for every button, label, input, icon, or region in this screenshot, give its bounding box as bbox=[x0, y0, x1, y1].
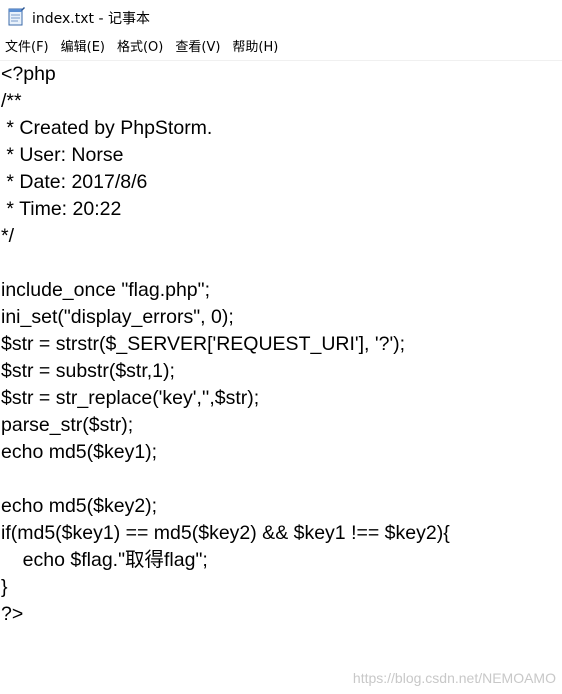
code-line: <?php bbox=[1, 63, 56, 85]
window-title: index.txt - 记事本 bbox=[32, 11, 150, 27]
code-line: * User: Norse bbox=[1, 144, 124, 166]
menu-help[interactable]: 帮助(H) bbox=[227, 36, 285, 60]
text-editor-area[interactable]: <?php /** * Created by PhpStorm. * User:… bbox=[0, 61, 562, 694]
notepad-icon bbox=[7, 7, 25, 27]
code-line: include_once "flag.php"; bbox=[1, 279, 210, 301]
code-line: echo $flag."取得flag"; bbox=[1, 549, 208, 571]
menu-view[interactable]: 查看(V) bbox=[170, 36, 227, 60]
code-line: * Created by PhpStorm. bbox=[1, 117, 213, 139]
code-line: $str = str_replace('key','',$str); bbox=[1, 387, 260, 409]
code-line: * Time: 20:22 bbox=[1, 198, 122, 220]
code-line: echo md5($key1); bbox=[1, 441, 158, 463]
code-line: */ bbox=[1, 225, 15, 247]
code-line: ini_set("display_errors", 0); bbox=[1, 306, 234, 328]
code-line: /** bbox=[1, 90, 22, 112]
code-line: ?> bbox=[1, 603, 24, 625]
menu-format[interactable]: 格式(O) bbox=[112, 36, 170, 60]
menu-bar: 文件(F) 编辑(E) 格式(O) 查看(V) 帮助(H) bbox=[0, 36, 562, 60]
code-line: $str = substr($str,1); bbox=[1, 360, 175, 382]
code-line: parse_str($str); bbox=[1, 414, 134, 436]
title-bar: index.txt - 记事本 bbox=[0, 0, 562, 34]
menu-file[interactable]: 文件(F) bbox=[0, 36, 56, 60]
watermark: https://blog.csdn.net/NEMOAMO bbox=[352, 670, 556, 686]
code-line: if(md5($key1) == md5($key2) && $key1 !==… bbox=[1, 522, 450, 544]
code-line: echo md5($key2); bbox=[1, 495, 158, 517]
code-line: } bbox=[1, 576, 8, 598]
menu-edit[interactable]: 编辑(E) bbox=[56, 36, 112, 60]
code-line: * Date: 2017/8/6 bbox=[1, 171, 148, 193]
code-line: $str = strstr($_SERVER['REQUEST_URI'], '… bbox=[1, 333, 406, 355]
